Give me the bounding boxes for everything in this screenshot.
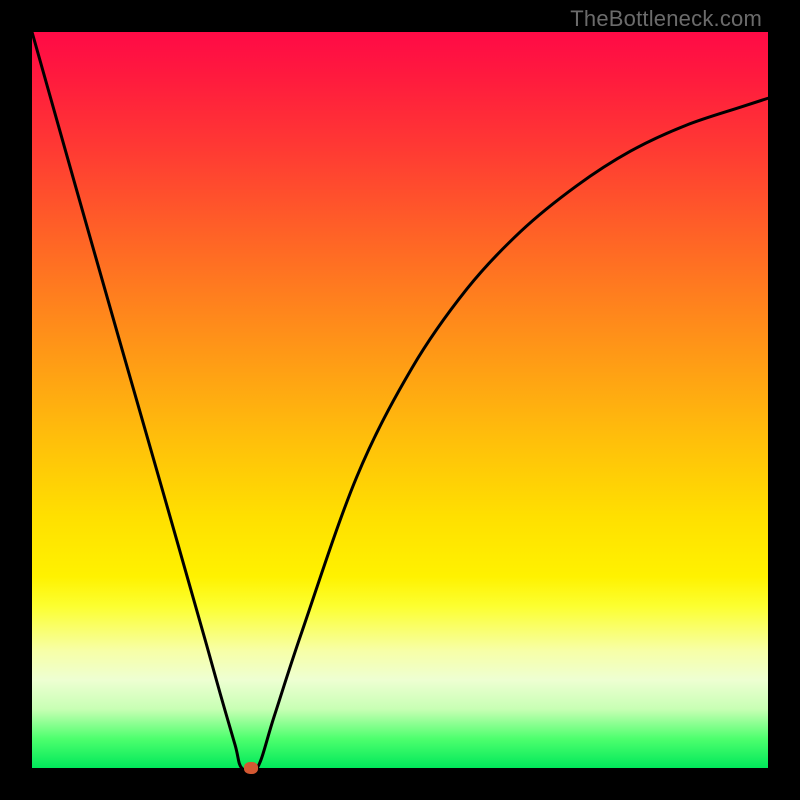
- bottleneck-curve: [32, 32, 768, 768]
- chart-frame: TheBottleneck.com: [0, 0, 800, 800]
- plot-area: [32, 32, 768, 768]
- optimal-point-marker: [244, 762, 258, 774]
- watermark-text: TheBottleneck.com: [570, 6, 762, 32]
